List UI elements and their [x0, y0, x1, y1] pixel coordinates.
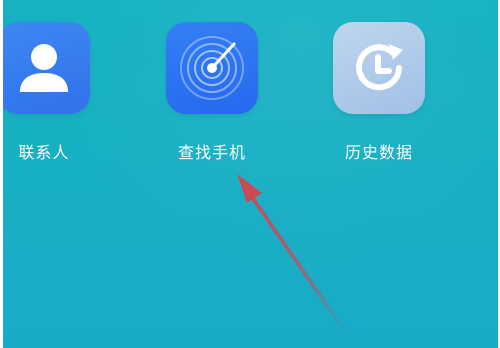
find-phone-app-tile[interactable]	[166, 22, 258, 114]
app-history[interactable]: 历史数据	[333, 22, 425, 163]
home-screen: 联系人 查找手机 历史数据	[3, 0, 498, 348]
clock-restore-icon	[356, 44, 403, 91]
contacts-label: 联系人	[18, 143, 70, 162]
app-find-phone[interactable]: 查找手机	[166, 22, 258, 163]
contacts-app-tile[interactable]	[3, 22, 90, 114]
app-contacts[interactable]: 联系人	[3, 22, 90, 163]
radar-icon	[180, 36, 244, 100]
find-phone-label: 查找手机	[177, 143, 246, 162]
history-label: 历史数据	[344, 143, 413, 162]
history-app-tile[interactable]	[333, 22, 425, 114]
person-icon	[20, 44, 68, 92]
